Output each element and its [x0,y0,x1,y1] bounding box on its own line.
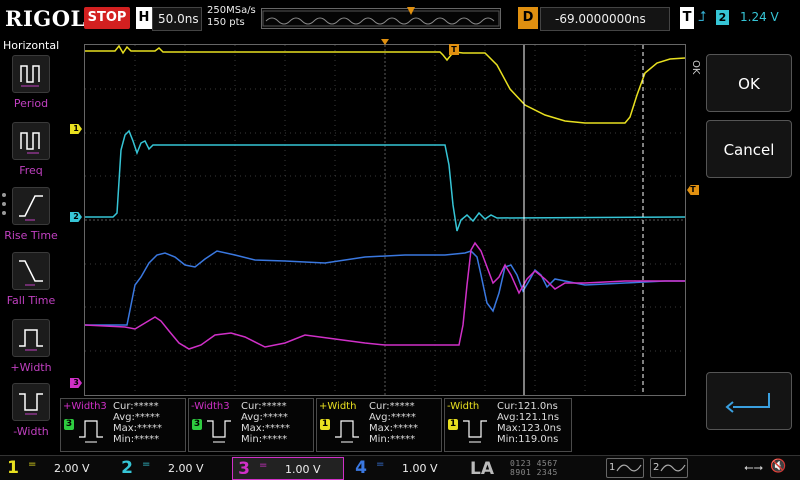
measurement-neg-width[interactable]: -Width 1 Cur:121.0ns Avg:121.1ns Max:123… [444,398,572,452]
return-arrow-icon [725,393,770,413]
freq-icon [12,122,50,160]
menu-item-neg-width[interactable]: -Width [0,383,62,447]
measurement-stats: Cur:121.0ns Avg:121.1ns Max:123.0ns Min:… [497,401,562,445]
measurement-channel-badge: 1 [448,419,458,430]
neg-width-icon [12,383,50,421]
rising-edge-icon: ⮥ [698,9,707,25]
rise-time-icon [12,187,50,225]
neg-width-icon [207,420,231,443]
measurement-pos-width3[interactable]: +Width3 3 Cur:***** Avg:***** Max:***** … [60,398,186,452]
menu-title: Horizontal [3,39,60,52]
return-button[interactable] [706,372,792,430]
menu-label: Freq [19,164,43,177]
run-stop-indicator[interactable]: STOP [84,7,130,29]
channel-2-status[interactable]: 2 = 2.00 V [116,457,228,480]
dc-coupling-icon: = [142,459,151,470]
ch2-offset-marker[interactable]: 2 [70,212,82,222]
trigger-level-marker[interactable]: T [687,185,699,195]
menu-item-freq[interactable]: Freq [0,122,62,186]
measurement-pos-width[interactable]: +Width 1 Cur:***** Avg:***** Max:***** M… [316,398,442,452]
generator-2-status[interactable]: 2 [650,458,688,478]
timebase-value[interactable]: 50.0ns [152,7,202,31]
measurement-stats: Cur:***** Avg:***** Max:***** Min:***** [241,401,291,445]
menu-item-pos-width[interactable]: +Width [0,319,62,383]
acquisition-info: 250MSa/s 150 pts [207,5,256,29]
channel-3-status[interactable]: 3 = 1.00 V [232,457,344,480]
sine-wave-icon [660,464,686,472]
brand-logo: RIGOL [5,6,86,31]
waveform-graticule [85,45,685,395]
measurement-channel-badge: 3 [192,419,202,430]
menu-label: Period [13,97,49,110]
sine-wave-icon [616,464,642,472]
menu-label: Fall Time [6,294,56,307]
delay-label: D [518,7,538,29]
ch1-offset-marker[interactable]: 1 [70,124,82,134]
menu-item-period[interactable]: Period [0,55,62,119]
sample-rate: 250MSa/s [207,5,256,16]
dc-coupling-icon: = [376,459,385,470]
channel-number: 3 [238,459,250,479]
channel-status-bar: 1 = 2.00 V 2 = 2.00 V 3 = 1.00 V 4 = 1.0… [0,455,800,480]
digital-channels-indicator: 0123 4567 8901 2345 [510,459,600,478]
horizontal-label: H [136,7,152,29]
channel-number: 2 [121,458,133,478]
period-icon [12,55,50,93]
measurement-stats: Cur:***** Avg:***** Max:***** Min:***** [113,401,163,445]
logic-analyzer-label[interactable]: LA [470,459,494,479]
trigger-point-marker-icon: T [449,44,459,55]
measurement-name: -Width [447,401,480,412]
delay-value[interactable]: -69.0000000ns [540,7,670,31]
measurement-stats: Cur:***** Avg:***** Max:***** Min:***** [369,401,419,445]
fall-time-icon [12,252,50,290]
dc-coupling-icon: = [259,460,268,471]
measurement-channel-badge: 1 [320,419,330,430]
pos-width-icon [12,319,50,357]
memory-waveform-icon [262,10,500,27]
measurement-name: -Width3 [191,401,230,412]
waveform-display[interactable]: T [84,39,686,396]
menu-label: +Width [10,361,52,374]
menu-item-fall-time[interactable]: Fall Time [0,252,62,316]
menu-label: Rise Time [4,229,58,242]
channel-number: 1 [7,458,19,478]
channel-scale: 1.00 V [402,462,438,475]
menu-tab-label: OK [690,60,701,75]
measurement-channel-badge: 3 [64,419,74,430]
pos-width-icon [79,420,103,443]
trigger-label: T [680,7,694,29]
digital-channels-row: 8901 2345 [510,468,558,477]
menu-item-rise-time[interactable]: Rise Time [0,187,62,251]
channel-scale: 2.00 V [168,462,204,475]
trigger-source-badge: 2 [716,10,729,25]
digital-channels-row: 0123 4567 [510,459,558,468]
ok-button[interactable]: OK [706,54,792,112]
speaker-muted-icon[interactable]: 🔇 [770,459,786,474]
memory-depth: 150 pts [207,17,245,28]
measurement-name: +Width3 [63,401,107,412]
channel-scale: 2.00 V [54,462,90,475]
measurement-name: +Width [319,401,357,412]
cancel-button[interactable]: Cancel [706,120,792,178]
measure-menu: Horizontal Period Freq Rise Time Fall Ti… [0,37,62,455]
menu-label: -Width [13,425,49,438]
generator-1-status[interactable]: 1 [606,458,644,478]
top-status-bar: RIGOL STOP H 50.0ns 250MSa/s 150 pts D -… [0,0,800,37]
usb-icon: ⭠⭢ [744,460,764,474]
channel-scale: 1.00 V [285,463,321,476]
memory-overview-bar[interactable] [261,7,501,29]
dc-coupling-icon: = [28,459,37,470]
measurement-neg-width3[interactable]: -Width3 3 Cur:***** Avg:***** Max:***** … [188,398,314,452]
channel-number: 4 [355,458,367,478]
ch3-offset-marker[interactable]: 3 [70,378,82,388]
pos-width-icon [335,420,359,443]
channel-4-status[interactable]: 4 = 1.00 V [350,457,462,480]
channel-1-status[interactable]: 1 = 2.00 V [2,457,114,480]
trigger-level-value[interactable]: 1.24 V [740,10,779,24]
neg-width-icon [463,420,487,443]
